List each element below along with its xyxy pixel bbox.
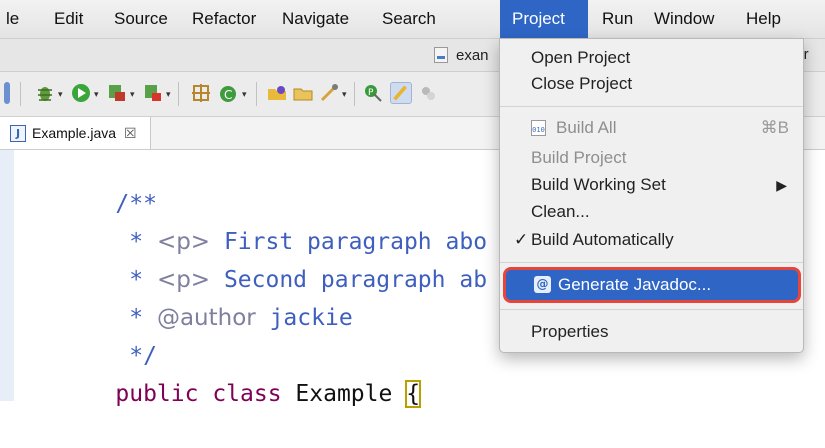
code-line: * <p> Second paragraph ab bbox=[60, 226, 487, 293]
close-icon[interactable]: ☒ bbox=[124, 125, 137, 142]
menu-help[interactable]: Help bbox=[740, 0, 787, 38]
chevron-down-icon[interactable]: ▾ bbox=[94, 89, 99, 100]
code-line: * <p> First paragraph abo bbox=[60, 188, 487, 255]
chevron-down-icon[interactable]: ▾ bbox=[342, 89, 347, 100]
open-folder-icon[interactable] bbox=[292, 82, 314, 104]
menu-item-label: Build Working Set bbox=[531, 175, 666, 194]
menu-item-label: Generate Javadoc... bbox=[558, 275, 712, 294]
menu-run[interactable]: Run bbox=[596, 0, 639, 38]
chevron-down-icon[interactable]: ▾ bbox=[130, 89, 135, 100]
menu-item-generate-javadoc[interactable]: @ Generate Javadoc... bbox=[500, 272, 803, 298]
toolbar-separator bbox=[20, 82, 21, 106]
open-file-title-label: exan bbox=[456, 46, 489, 64]
menu-bar: le Edit Source Refactor Navigate Search … bbox=[0, 0, 825, 39]
menu-project[interactable]: Project bbox=[500, 0, 588, 38]
menu-item-build-working-set[interactable]: Build Working Set ▶ bbox=[500, 172, 803, 198]
menu-item-build-all[interactable]: 010 Build All ⌘B bbox=[500, 115, 803, 141]
external-tools-icon[interactable] bbox=[142, 82, 164, 104]
svg-text:P: P bbox=[368, 88, 374, 98]
toolbar-separator bbox=[178, 82, 179, 106]
code-line: * @author jackie bbox=[60, 264, 352, 331]
code-line: */ bbox=[60, 302, 157, 369]
annotation-icon[interactable]: P bbox=[362, 82, 384, 104]
shortcut-text: ⌘B bbox=[760, 118, 789, 137]
menu-search[interactable]: Search bbox=[376, 0, 442, 38]
menu-item-build-automatically[interactable]: ✓ Build Automatically bbox=[500, 227, 803, 253]
editor-tab-example-java[interactable]: J Example.java ☒ bbox=[0, 117, 151, 149]
menu-navigate[interactable]: Navigate bbox=[276, 0, 355, 38]
chevron-down-icon[interactable]: ▾ bbox=[166, 89, 171, 100]
search-tool-icon[interactable] bbox=[318, 82, 340, 104]
checkmark-icon: ✓ bbox=[514, 230, 529, 249]
code-line: public class Example { bbox=[60, 340, 422, 408]
java-file-icon bbox=[434, 47, 448, 63]
menu-separator bbox=[500, 106, 803, 107]
toolbar-separator bbox=[354, 82, 355, 106]
menu-item-close-project[interactable]: Close Project bbox=[500, 71, 803, 97]
chevron-down-icon[interactable]: ▾ bbox=[58, 89, 63, 100]
javadoc-icon: @ bbox=[534, 276, 551, 293]
build-all-icon: 010 bbox=[531, 120, 546, 136]
menu-item-label: Build Automatically bbox=[531, 230, 674, 249]
debug-icon[interactable] bbox=[34, 82, 56, 104]
menu-item-build-project[interactable]: Build Project bbox=[500, 145, 803, 171]
menu-item-open-project[interactable]: Open Project bbox=[500, 45, 803, 71]
toolbar-edge-icon[interactable] bbox=[4, 82, 10, 104]
menu-edit[interactable]: Edit bbox=[48, 0, 89, 38]
open-file-title[interactable]: exan bbox=[434, 43, 489, 67]
chevron-down-icon[interactable]: ▾ bbox=[242, 89, 247, 100]
code-line-clipped bbox=[100, 392, 480, 401]
javadoc-tag: @author bbox=[156, 305, 256, 331]
project-menu-dropdown: Open Project Close Project 010 Build All… bbox=[499, 38, 804, 353]
run-icon[interactable] bbox=[70, 82, 92, 104]
menu-separator bbox=[500, 262, 803, 263]
svg-text:C: C bbox=[224, 88, 232, 102]
menu-item-label: Clean... bbox=[531, 202, 590, 221]
open-type-icon[interactable] bbox=[266, 82, 288, 104]
coverage-icon[interactable] bbox=[106, 82, 128, 104]
menu-item-label: Close Project bbox=[531, 74, 633, 93]
menu-refactor[interactable]: Refactor bbox=[186, 0, 262, 38]
mark-occurrences-icon[interactable] bbox=[418, 82, 440, 104]
new-package-icon[interactable] bbox=[190, 82, 212, 104]
menu-separator bbox=[500, 309, 803, 310]
menu-item-clean[interactable]: Clean... bbox=[500, 199, 803, 225]
code-line: /** bbox=[60, 150, 157, 217]
editor-tab-label: Example.java bbox=[32, 125, 117, 141]
javadoc-text: jackie bbox=[255, 305, 353, 331]
menu-item-label: Open Project bbox=[531, 48, 631, 67]
menu-item-label: Build Project bbox=[531, 148, 627, 167]
new-class-icon[interactable]: C bbox=[218, 82, 240, 104]
menu-source[interactable]: Source bbox=[108, 0, 174, 38]
editor-gutter bbox=[0, 150, 14, 401]
menu-file[interactable]: le bbox=[0, 0, 25, 38]
menu-item-properties[interactable]: Properties bbox=[500, 319, 803, 345]
submenu-arrow-icon: ▶ bbox=[776, 177, 787, 193]
menu-item-label: Build All bbox=[556, 118, 617, 137]
menu-window[interactable]: Window bbox=[648, 0, 720, 38]
java-file-icon: J bbox=[10, 124, 26, 142]
toolbar-separator bbox=[256, 82, 257, 106]
menu-item-label: Properties bbox=[531, 322, 609, 341]
toggle-highlight-icon[interactable] bbox=[390, 82, 412, 104]
